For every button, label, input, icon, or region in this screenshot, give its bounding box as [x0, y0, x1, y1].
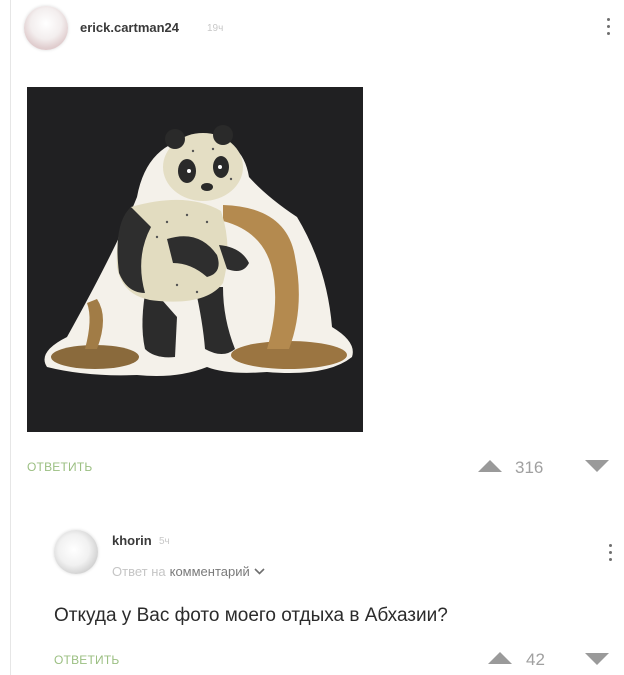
reply-to-prefix: Ответ на [112, 564, 166, 579]
panda-illustration [44, 125, 353, 376]
upvote-icon[interactable] [488, 652, 512, 664]
reply-button[interactable]: ОТВЕТИТЬ [54, 653, 119, 667]
more-options-icon[interactable] [606, 544, 614, 561]
vote-score: 42 [526, 650, 545, 669]
more-options-icon[interactable] [604, 18, 612, 35]
upvote-icon[interactable] [478, 460, 502, 472]
timestamp: 19ч [207, 23, 224, 34]
downvote-icon[interactable] [585, 653, 609, 665]
avatar[interactable] [54, 530, 98, 574]
avatar[interactable] [24, 6, 68, 50]
username[interactable]: khorin [112, 533, 152, 548]
reply-to-link[interactable]: Ответ на комментарий [112, 564, 265, 579]
vote-score: 316 [515, 458, 544, 477]
timestamp: 5ч [159, 536, 170, 547]
thread-line [10, 0, 11, 675]
comment-text: Откуда у Вас фото моего отдыха в Абхазии… [54, 605, 448, 626]
username[interactable]: erick.cartman24 [80, 20, 179, 35]
downvote-icon[interactable] [585, 460, 609, 472]
reply-button[interactable]: ОТВЕТИТЬ [27, 460, 92, 474]
post-image[interactable] [27, 87, 363, 432]
chevron-down-icon[interactable] [254, 568, 265, 575]
reply-to-target[interactable]: комментарий [170, 564, 250, 579]
